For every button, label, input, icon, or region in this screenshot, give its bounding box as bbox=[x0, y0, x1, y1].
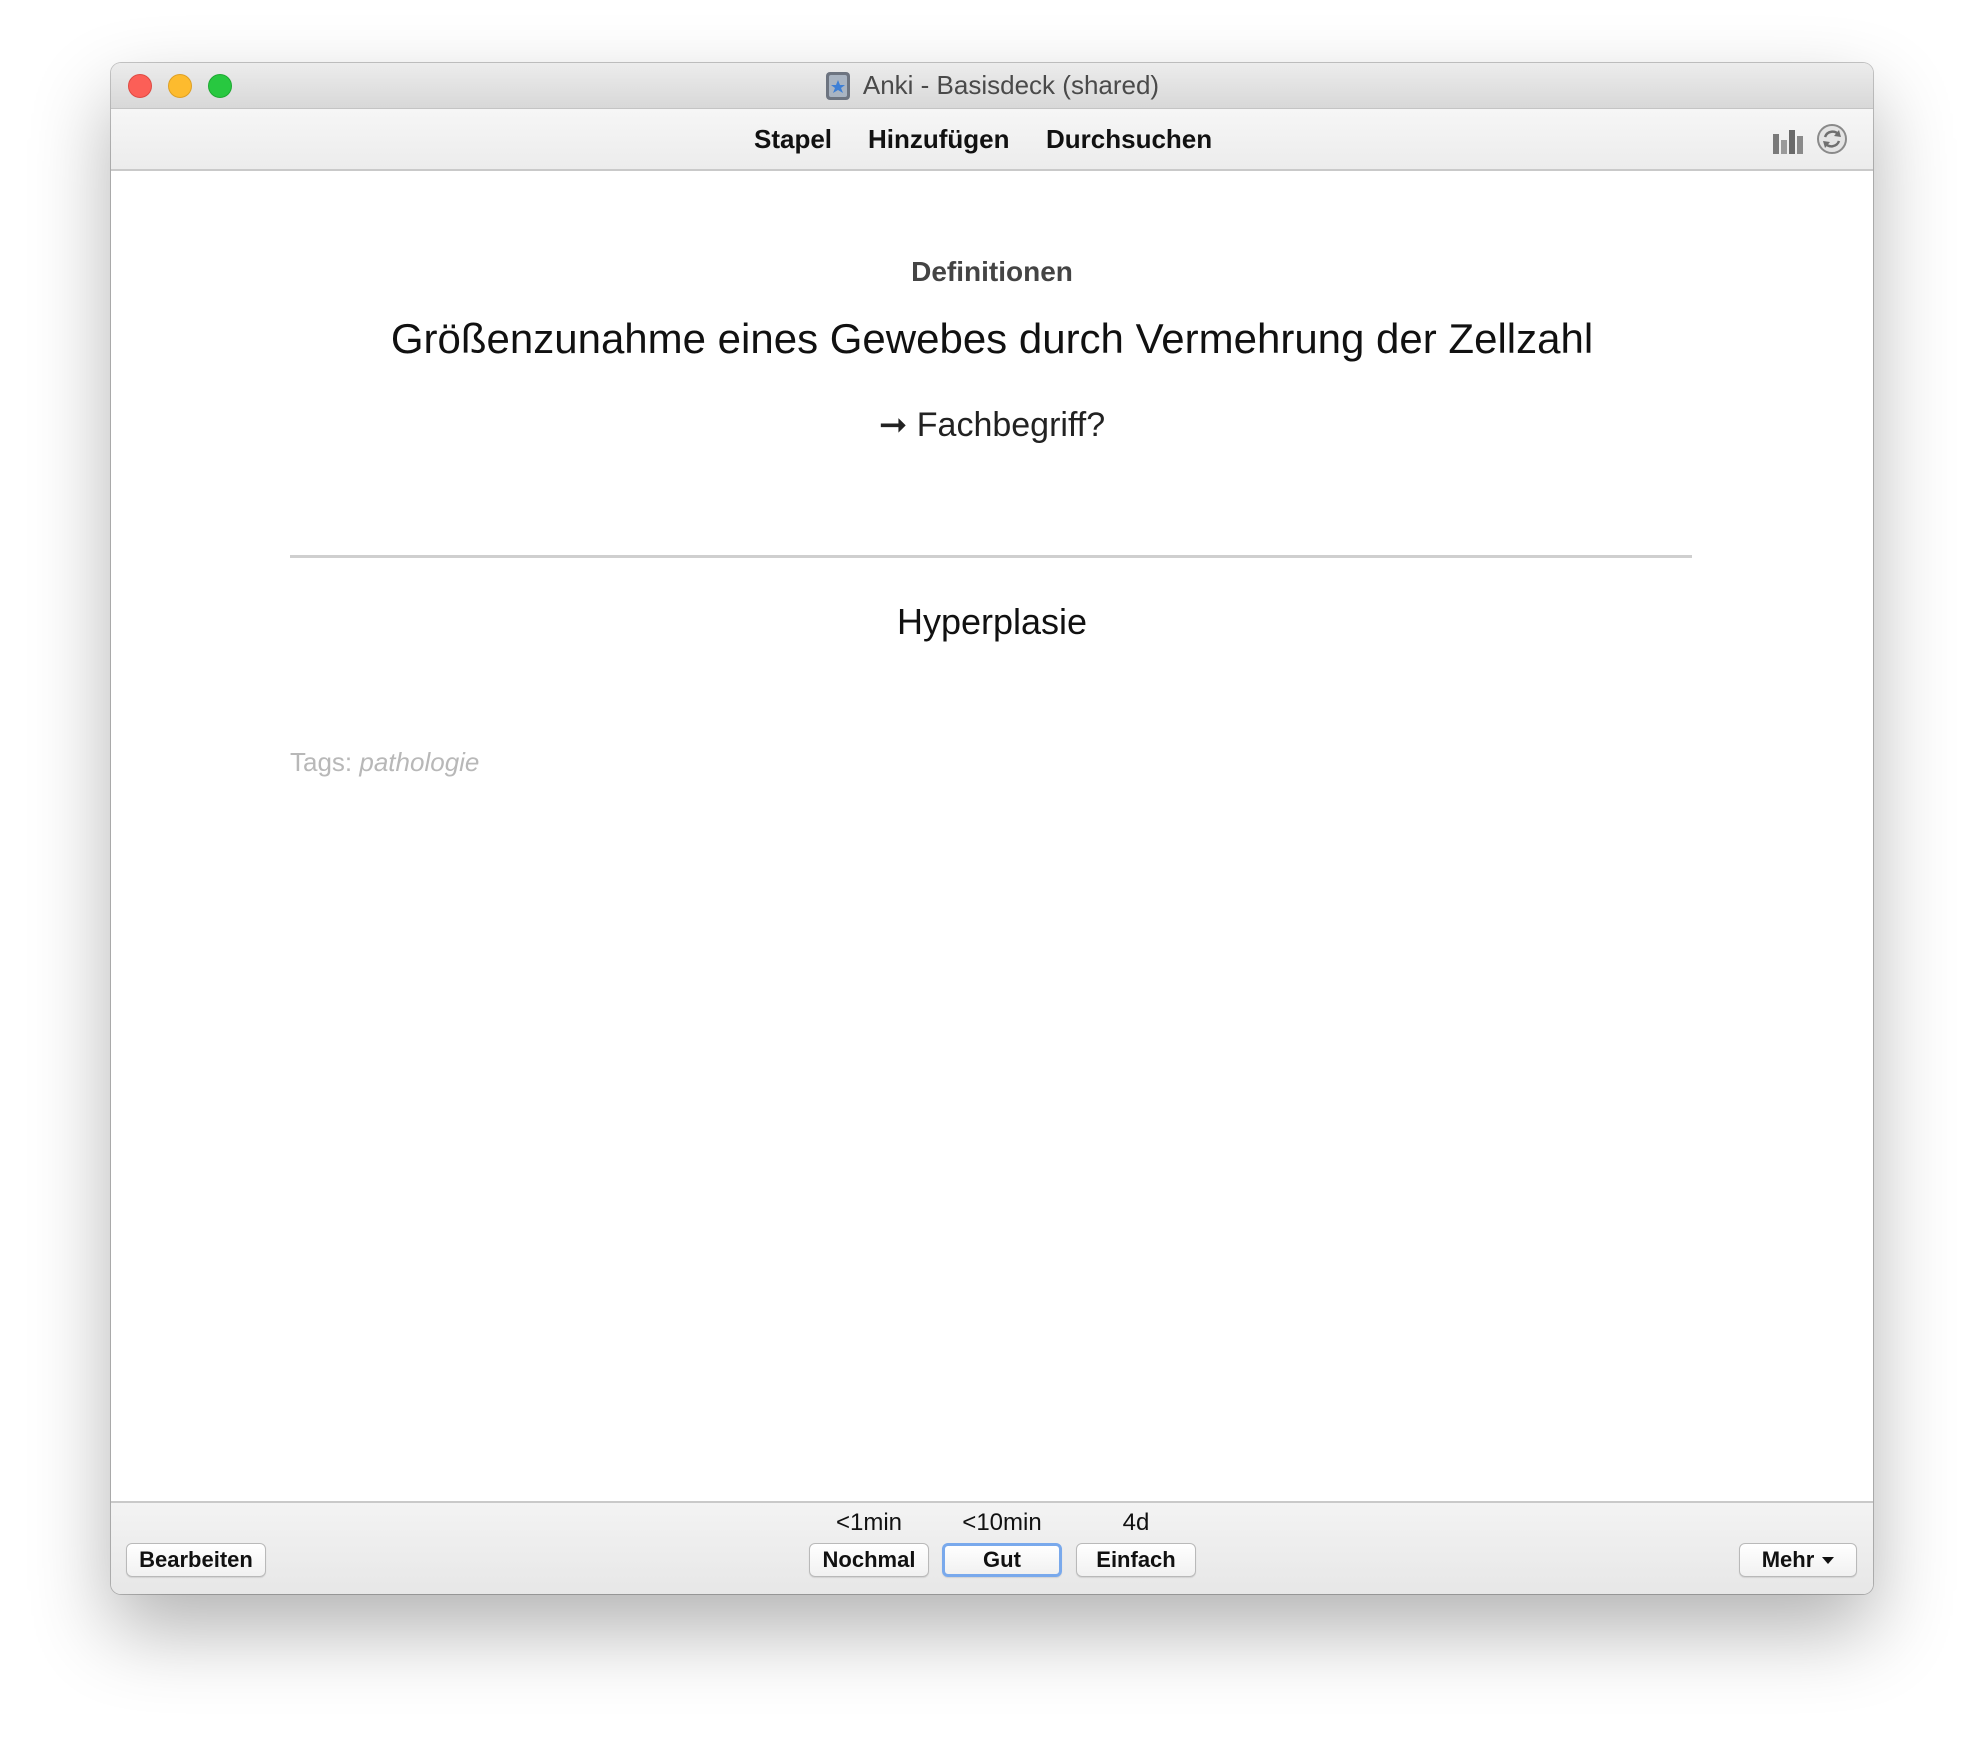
good-interval: <10min bbox=[962, 1509, 1042, 1536]
nav-add[interactable]: Hinzufügen bbox=[868, 109, 1010, 169]
anki-window: Anki - Basisdeck (shared) Stapel Hinzufü… bbox=[111, 63, 1873, 1594]
more-button[interactable]: Mehr bbox=[1739, 1543, 1857, 1577]
card-tags: Tags: pathologie bbox=[290, 747, 479, 778]
anki-app-icon bbox=[825, 71, 850, 100]
window-title: Anki - Basisdeck (shared) bbox=[862, 70, 1160, 100]
answer-divider bbox=[290, 555, 1692, 558]
card-question: Größenzunahme eines Gewebes durch Vermeh… bbox=[390, 315, 1594, 362]
card-answer: Hyperplasie bbox=[896, 601, 1088, 642]
review-bottom-bar: Bearbeiten <1min <10min 4d Nochmal Gut E… bbox=[111, 1501, 1873, 1594]
stats-icon[interactable] bbox=[1772, 126, 1804, 154]
title-bar: Anki - Basisdeck (shared) bbox=[111, 63, 1873, 109]
tags-label: Tags: bbox=[290, 747, 353, 777]
more-label: Mehr bbox=[1761, 1547, 1815, 1572]
card-prompt: ➞ Fachbegriff? bbox=[878, 406, 1106, 444]
main-toolbar: Stapel Hinzufügen Durchsuchen bbox=[111, 109, 1873, 171]
chevron-down-icon bbox=[1822, 1556, 1835, 1564]
sync-icon[interactable] bbox=[1816, 123, 1848, 155]
again-button[interactable]: Nochmal bbox=[809, 1543, 929, 1577]
tag-value: pathologie bbox=[359, 747, 480, 777]
card-view: Definitionen Größenzunahme eines Gewebes… bbox=[111, 171, 1873, 1501]
nav-browse[interactable]: Durchsuchen bbox=[1046, 109, 1212, 169]
easy-interval: 4d bbox=[1122, 1509, 1150, 1536]
deck-name: Definitionen bbox=[911, 256, 1073, 287]
nav-decks[interactable]: Stapel bbox=[754, 109, 832, 169]
easy-button[interactable]: Einfach bbox=[1076, 1543, 1196, 1577]
good-button[interactable]: Gut bbox=[942, 1543, 1062, 1577]
window-title-container: Anki - Basisdeck (shared) bbox=[111, 63, 1873, 108]
edit-button[interactable]: Bearbeiten bbox=[126, 1543, 266, 1577]
again-interval: <1min bbox=[835, 1509, 903, 1536]
